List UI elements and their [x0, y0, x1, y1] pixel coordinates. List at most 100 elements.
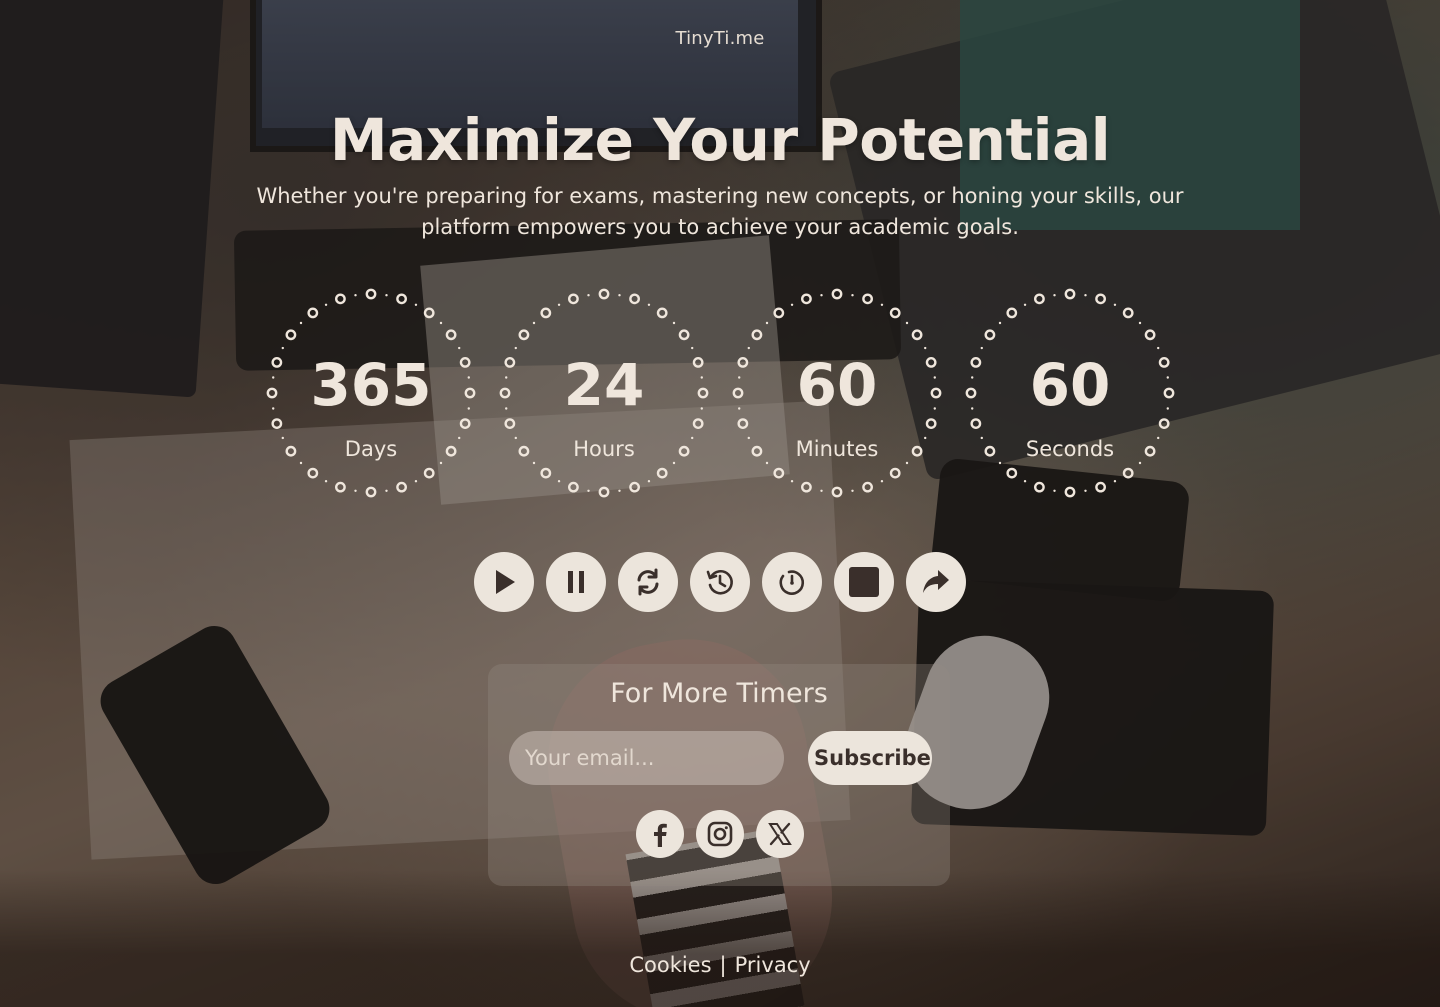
x-icon	[768, 822, 792, 846]
ring-dot-small	[532, 321, 536, 325]
ring-dot-small	[1157, 346, 1160, 350]
timer-button[interactable]	[762, 552, 822, 612]
ring-dot-small	[281, 346, 284, 350]
ring-dot	[445, 329, 457, 341]
ring-dot	[307, 467, 319, 479]
timer-seconds: 60 Seconds	[965, 288, 1175, 498]
ring-dot-small	[790, 480, 794, 483]
ring-dot	[1064, 288, 1076, 300]
seconds-label: Seconds	[1025, 437, 1115, 461]
ring-dot-small	[299, 321, 303, 325]
ring-dot-small	[439, 461, 443, 465]
ring-dot-small	[998, 461, 1002, 465]
ring-dot	[1006, 467, 1018, 479]
ring-dot-small	[1138, 461, 1142, 465]
ring-dot-small	[532, 461, 536, 465]
facebook-icon	[654, 823, 667, 847]
privacy-link[interactable]: Privacy	[735, 953, 811, 977]
timer-icon	[779, 570, 804, 595]
ring-dot-small	[851, 294, 854, 297]
ring-dot-small	[820, 294, 823, 297]
stop-button[interactable]	[834, 552, 894, 612]
ring-dot-small	[1138, 321, 1142, 325]
play-icon	[496, 570, 515, 594]
ring-dot	[831, 486, 843, 498]
ring-dot-small	[765, 461, 769, 465]
ring-dot-small	[647, 303, 651, 306]
ring-dot	[1144, 329, 1156, 341]
ring-dot	[540, 307, 552, 319]
ring-dot-small	[691, 346, 694, 350]
ring-dot	[773, 307, 785, 319]
ring-dot-small	[905, 461, 909, 465]
brand-name[interactable]: TinyTi.me	[0, 28, 1440, 49]
ring-dot-small	[672, 461, 676, 465]
cookies-link[interactable]: Cookies	[629, 953, 711, 977]
days-value: 365	[310, 351, 432, 419]
background-shade	[0, 870, 1440, 1007]
ring-dot-small	[385, 489, 388, 492]
instagram-link[interactable]	[696, 810, 744, 858]
history-button[interactable]	[690, 552, 750, 612]
reset-button[interactable]	[618, 552, 678, 612]
ring-dot-small	[790, 303, 794, 306]
email-input[interactable]	[509, 731, 784, 785]
stop-icon	[849, 567, 879, 597]
ring-dot	[271, 418, 283, 429]
ring-dot-small	[618, 294, 621, 297]
page: TinyTi.me Maximize Your Potential Whethe…	[0, 0, 1440, 1007]
share-button[interactable]	[906, 552, 966, 612]
ring-dot	[598, 288, 610, 300]
facebook-link[interactable]	[636, 810, 684, 858]
page-title: Maximize Your Potential	[329, 106, 1111, 174]
ring-dot	[365, 288, 377, 300]
ring-dot-small	[765, 321, 769, 325]
ring-dot	[801, 293, 812, 305]
ring-dot-small	[820, 489, 823, 492]
ring-dot	[911, 329, 923, 341]
ring-dot	[1158, 418, 1170, 429]
timer-controls	[474, 552, 974, 612]
ring-dot	[629, 293, 640, 305]
ring-dot-small	[354, 294, 357, 297]
x-link[interactable]	[756, 810, 804, 858]
ring-dot	[598, 486, 610, 498]
ring-dot	[396, 481, 407, 493]
ring-dot-small	[1113, 480, 1117, 483]
ring-dot	[678, 329, 690, 341]
ring-dot-small	[1053, 294, 1056, 297]
ring-dot-small	[354, 489, 357, 492]
play-button[interactable]	[474, 552, 534, 612]
ring-dot-small	[924, 346, 927, 350]
ring-dot-small	[851, 489, 854, 492]
ring-dot	[285, 329, 297, 341]
ring-dot	[1095, 293, 1106, 305]
background-mousepad	[910, 578, 1275, 837]
ring-dot-small	[324, 303, 328, 306]
ring-dot	[692, 418, 704, 429]
ring-dot-small	[647, 480, 651, 483]
ring-dot-small	[880, 480, 884, 483]
ring-dot-small	[1113, 303, 1117, 306]
pause-button[interactable]	[546, 552, 606, 612]
ring-dot	[1006, 307, 1018, 319]
ring-dot	[751, 329, 763, 341]
ring-dot-small	[299, 461, 303, 465]
footer-separator: |	[719, 953, 727, 977]
ring-dot-small	[414, 303, 418, 306]
ring-dot	[396, 293, 407, 305]
ring-dot	[540, 467, 552, 479]
subscribe-button[interactable]: Subscribe	[808, 731, 932, 785]
history-icon	[706, 570, 733, 595]
ring-dot-small	[414, 480, 418, 483]
footer: Cookies | Privacy	[0, 953, 1440, 977]
pause-icon	[568, 571, 584, 593]
ring-dot-small	[905, 321, 909, 325]
share-icon	[923, 570, 949, 593]
subscribe-heading: For More Timers	[610, 678, 828, 709]
hours-value: 24	[563, 351, 645, 419]
ring-dot-small	[1084, 294, 1087, 297]
ring-dot-small	[880, 303, 884, 306]
ring-dot	[862, 481, 873, 493]
ring-dot-small	[587, 294, 590, 297]
